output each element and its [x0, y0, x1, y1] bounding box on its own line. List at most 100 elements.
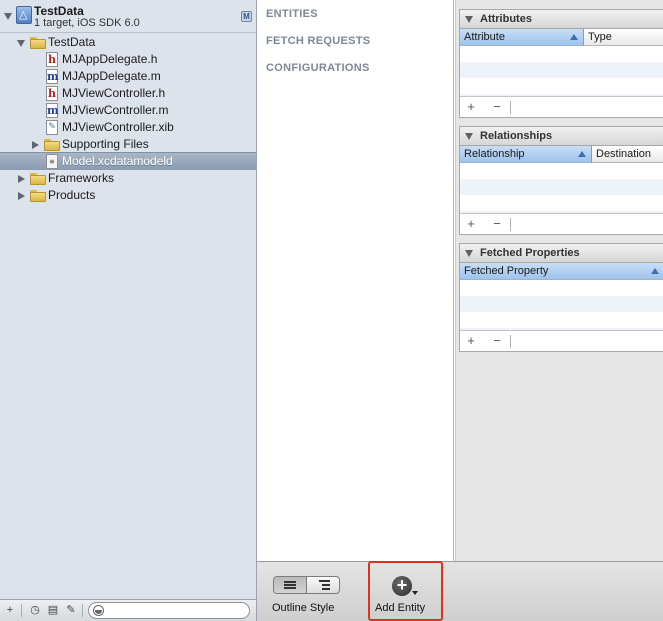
nav-item-label: Products [48, 188, 96, 202]
column-label: Type [588, 31, 612, 43]
nav-item-model-xcdatamodeld[interactable]: ≡ Model.xcdatamodeld [0, 152, 256, 170]
folder-icon [30, 173, 46, 185]
document-icon[interactable]: ▤ [46, 603, 60, 617]
project-subtitle: 1 target, iOS SDK 6.0 [34, 17, 140, 29]
table-row [460, 296, 663, 312]
navigator-divider [0, 32, 256, 33]
folder-icon [30, 190, 46, 202]
project-navigator: TestData 1 target, iOS SDK 6.0 M TestDat… [0, 0, 257, 621]
nav-item-label: Model.xcdatamodeld [62, 154, 173, 168]
nav-item-mjviewcontroller-h[interactable]: h MJViewController.h [0, 85, 256, 102]
outline-style-label: Outline Style [272, 602, 335, 614]
add-entity-button[interactable]: + [392, 576, 412, 596]
modified-badge: M [241, 11, 252, 22]
collapse-triangle-icon[interactable] [465, 133, 473, 140]
nav-item-mjviewcontroller-xib[interactable]: ✎ MJViewController.xib [0, 119, 256, 136]
add-relationship-button[interactable]: + [464, 216, 478, 232]
navigator-filter-input[interactable] [88, 602, 250, 619]
add-fetched-property-button[interactable]: + [464, 333, 478, 349]
table-row [460, 62, 663, 78]
section-configurations[interactable]: CONFIGURATIONS [266, 62, 370, 74]
table-row [460, 179, 663, 195]
nav-item-testdata-folder[interactable]: TestData [0, 34, 256, 51]
implementation-file-icon: m [46, 103, 59, 118]
nav-item-label: MJViewController.h [62, 86, 166, 100]
collapse-triangle-icon[interactable] [465, 250, 473, 257]
nav-item-mjviewcontroller-m[interactable]: m MJViewController.m [0, 102, 256, 119]
folder-icon [44, 139, 60, 151]
entity-detail-pane: Attributes Attribute Type + − Relationsh… [455, 0, 663, 561]
column-label: Fetched Property [464, 265, 549, 277]
divider [510, 218, 511, 231]
disclosure-triangle-collapsed[interactable] [16, 174, 26, 184]
divider [21, 604, 22, 617]
destination-column-header[interactable]: Destination [592, 146, 663, 163]
list-style-segment[interactable] [274, 577, 307, 593]
add-entity-label: Add Entity [375, 602, 426, 614]
interface-file-icon: ✎ [46, 120, 58, 135]
relationship-column-header[interactable]: Relationship [460, 146, 592, 163]
project-disclosure-triangle[interactable] [3, 11, 13, 21]
fetched-properties-header[interactable]: Fetched Properties [460, 244, 663, 263]
attributes-header[interactable]: Attributes [460, 10, 663, 29]
nav-item-label: MJViewController.xib [62, 120, 174, 134]
attributes-footer: + − [460, 96, 663, 117]
entity-outline: ENTITIES FETCH REQUESTS CONFIGURATIONS [257, 0, 454, 561]
attributes-title: Attributes [480, 13, 532, 25]
dropdown-caret-icon[interactable] [412, 591, 418, 595]
hierarchy-icon [319, 580, 330, 590]
outline-style-segmented-control[interactable] [273, 576, 340, 594]
hierarchy-style-segment[interactable] [308, 577, 339, 593]
section-entities[interactable]: ENTITIES [266, 8, 318, 20]
nav-item-products[interactable]: Products [0, 187, 256, 204]
sort-ascending-icon [651, 268, 659, 274]
attributes-group: Attributes Attribute Type + − [459, 9, 663, 118]
fetched-properties-title: Fetched Properties [480, 247, 580, 259]
relationships-footer: + − [460, 213, 663, 234]
disclosure-triangle-expanded[interactable] [16, 38, 26, 48]
column-label: Relationship [464, 148, 525, 160]
attribute-column-header[interactable]: Attribute [460, 29, 584, 46]
data-model-file-icon: ≡ [46, 154, 58, 169]
project-title[interactable]: TestData [34, 4, 84, 18]
add-attribute-button[interactable]: + [464, 99, 478, 115]
xcode-project-icon [16, 6, 32, 24]
fetched-property-column-header[interactable]: Fetched Property [460, 263, 663, 280]
relationships-header[interactable]: Relationships [460, 127, 663, 146]
divider [82, 604, 83, 617]
fetched-properties-footer: + − [460, 330, 663, 351]
edit-icon[interactable]: ✎ [64, 603, 78, 617]
remove-relationship-button[interactable]: − [490, 216, 504, 232]
remove-fetched-property-button[interactable]: − [490, 333, 504, 349]
nav-item-label: Supporting Files [62, 137, 149, 151]
nav-item-label: Frameworks [48, 171, 115, 185]
collapse-triangle-icon[interactable] [465, 16, 473, 23]
nav-item-label: MJAppDelegate.h [62, 52, 158, 66]
nav-item-mjappdelegate-h[interactable]: h MJAppDelegate.h [0, 51, 256, 68]
disclosure-triangle-collapsed[interactable] [16, 191, 26, 201]
column-label: Attribute [464, 31, 505, 43]
navigator-filter-bar: + ◷ ▤ ✎ [0, 599, 256, 621]
divider [510, 335, 511, 348]
header-file-icon: h [46, 86, 58, 101]
disclosure-triangle-collapsed[interactable] [30, 140, 40, 150]
relationships-title: Relationships [480, 130, 553, 142]
nav-item-supporting-files[interactable]: Supporting Files [0, 136, 256, 153]
sort-ascending-icon [578, 151, 586, 157]
nav-item-label: TestData [48, 35, 96, 49]
list-lines-icon [284, 581, 296, 589]
remove-attribute-button[interactable]: − [490, 99, 504, 115]
nav-item-frameworks[interactable]: Frameworks [0, 170, 256, 187]
folder-icon [30, 37, 46, 49]
nav-item-mjappdelegate-m[interactable]: m MJAppDelegate.m [0, 68, 256, 85]
relationships-group: Relationships Relationship Destination +… [459, 126, 663, 235]
plus-icon[interactable]: + [3, 603, 17, 617]
nav-item-label: MJViewController.m [62, 103, 169, 117]
sort-ascending-icon [570, 34, 578, 40]
type-column-header[interactable]: Type [584, 29, 663, 46]
column-label: Destination [596, 148, 652, 160]
clock-icon[interactable]: ◷ [28, 603, 42, 617]
fetched-properties-group: Fetched Properties Fetched Property + − [459, 243, 663, 352]
section-fetch-requests[interactable]: FETCH REQUESTS [266, 35, 370, 47]
filter-icon [93, 605, 104, 616]
